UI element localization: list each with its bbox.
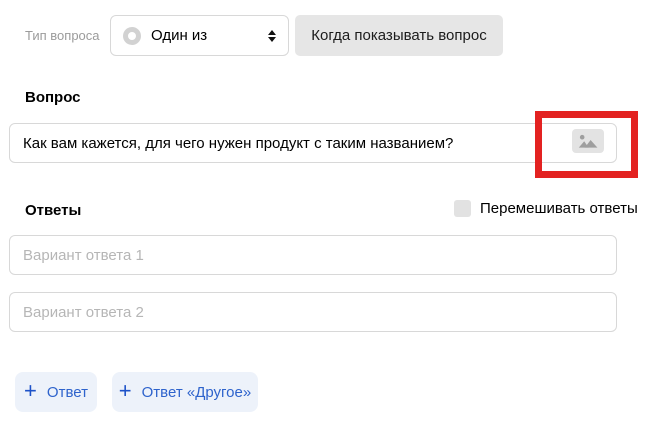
select-arrows-icon (268, 29, 276, 42)
add-answer-label: Ответ (46, 383, 88, 401)
shuffle-checkbox[interactable] (454, 200, 471, 217)
answer-option-input-2[interactable] (9, 292, 617, 332)
add-other-answer-button[interactable]: + Ответ «Другое» (112, 372, 258, 412)
single-choice-radio-icon (123, 26, 141, 45)
attach-image-button[interactable] (572, 129, 604, 153)
arrow-down-icon (268, 36, 276, 42)
question-input[interactable] (9, 123, 617, 163)
plus-icon: + (118, 378, 132, 403)
arrow-up-icon (268, 29, 276, 35)
question-type-label: Тип вопроса (25, 28, 100, 43)
add-other-answer-label: Ответ «Другое» (141, 383, 252, 401)
plus-icon: + (24, 378, 37, 403)
shuffle-answers-toggle[interactable]: Перемешивать ответы (454, 200, 638, 217)
question-type-select[interactable]: Один из (110, 15, 289, 56)
question-type-value: Один из (151, 27, 208, 44)
shuffle-checkbox-label: Перемешивать ответы (480, 200, 638, 217)
add-answer-button[interactable]: + Ответ (15, 372, 97, 412)
question-editor: Тип вопроса Один из Когда показывать воп… (0, 0, 650, 423)
answers-section-label: Ответы (25, 202, 82, 219)
answer-option-input-1[interactable] (9, 235, 617, 275)
image-icon (578, 134, 598, 148)
question-section-label: Вопрос (25, 89, 81, 106)
show-condition-button[interactable]: Когда показывать вопрос (295, 15, 503, 56)
